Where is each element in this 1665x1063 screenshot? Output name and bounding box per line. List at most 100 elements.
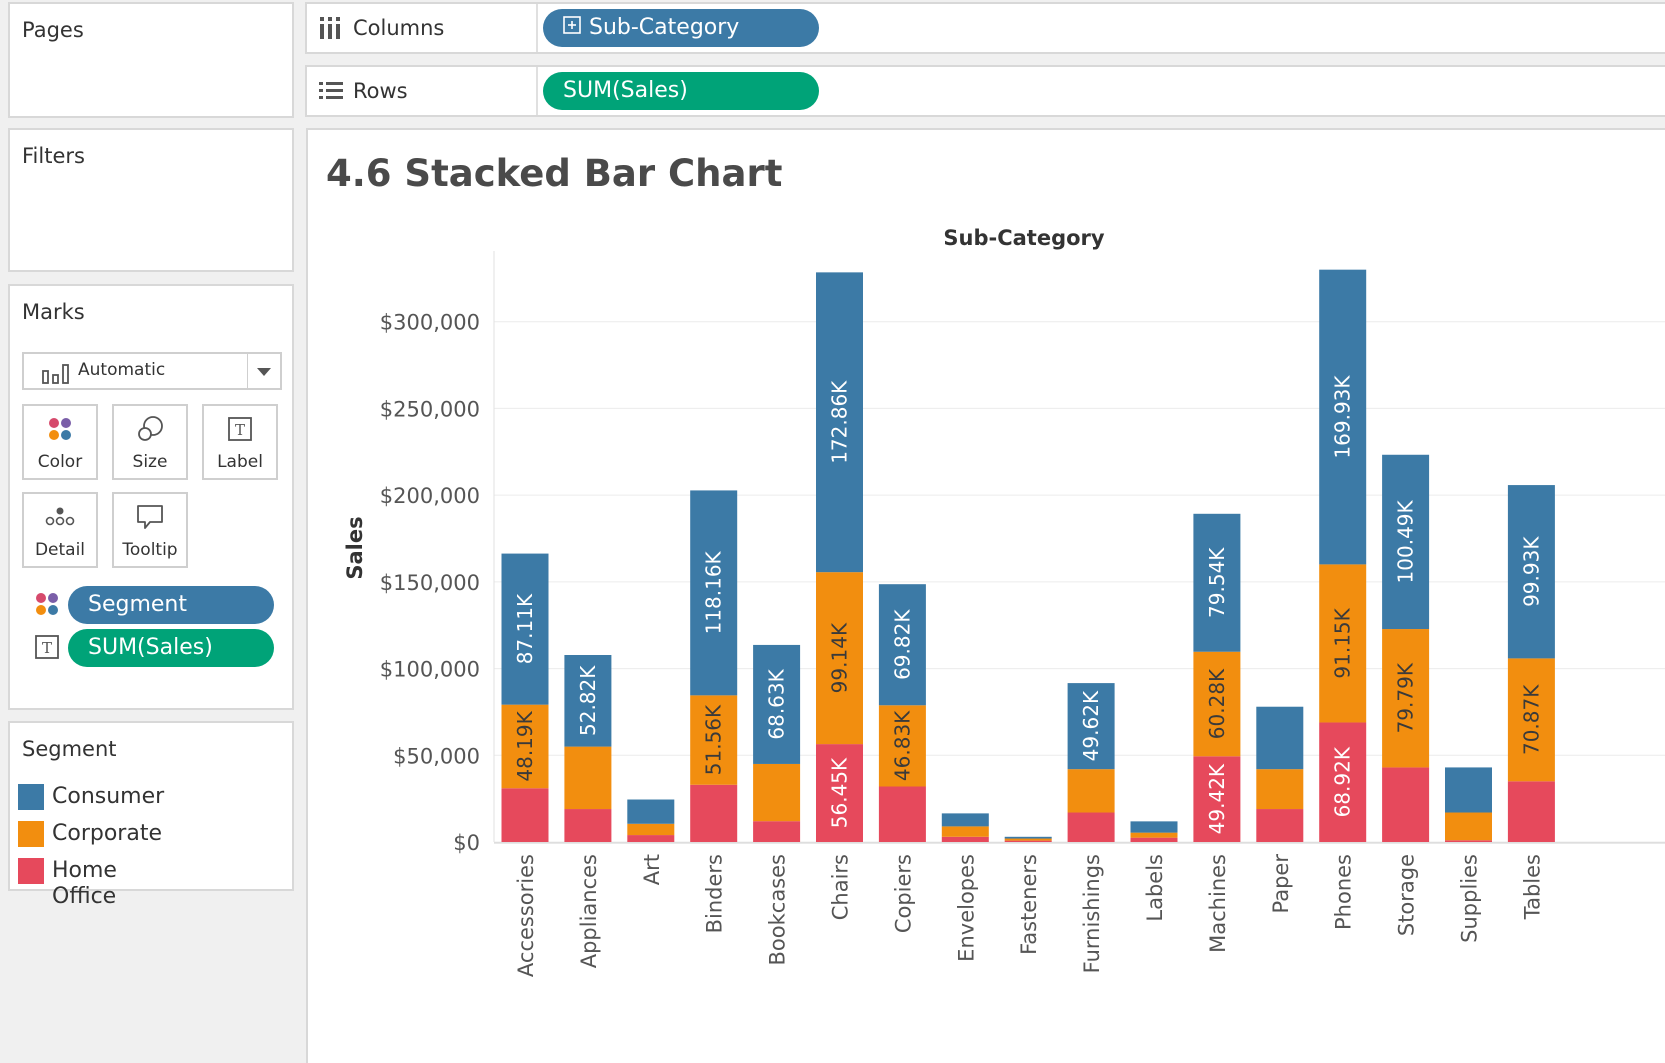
bar-segment-corporate[interactable]: [1445, 812, 1492, 841]
data-label: 79.79K: [1394, 662, 1418, 733]
bar-segment-home-office[interactable]: [1445, 840, 1492, 842]
shelf-divider: [536, 67, 538, 115]
sum-sales-rows-pill[interactable]: SUM(Sales): [543, 72, 819, 110]
bar-segment-corporate[interactable]: [627, 823, 675, 836]
bar-segment-corporate[interactable]: [564, 746, 612, 810]
bar-segment-corporate[interactable]: [753, 763, 801, 822]
bar-segment-home-office[interactable]: [1382, 767, 1430, 842]
bar-segment-corporate[interactable]: [1256, 769, 1304, 810]
data-label: 79.54K: [1205, 547, 1229, 618]
size-icon: [114, 414, 186, 444]
filters-title: Filters: [22, 144, 85, 168]
chevron-down-icon[interactable]: [257, 368, 271, 376]
pages-panel[interactable]: Pages: [8, 2, 294, 118]
legend-label: Corporate: [52, 821, 162, 846]
bar-segment-consumer[interactable]: [1130, 821, 1178, 833]
y-tick-label: $200,000: [380, 484, 480, 508]
data-label: 100.49K: [1394, 499, 1418, 583]
rows-icon: [319, 81, 343, 105]
bar-segment-home-office[interactable]: [627, 835, 675, 842]
label-card[interactable]: T Label: [202, 404, 278, 480]
bar-segment-home-office[interactable]: [1130, 837, 1178, 842]
x-tick-label: Storage: [1395, 854, 1419, 936]
segment-color-pill[interactable]: Segment: [68, 586, 274, 624]
x-tick-label: Tables: [1520, 854, 1544, 920]
bar-segment-home-office[interactable]: [690, 784, 738, 842]
bar-chart-icon: [42, 362, 70, 388]
bar-segment-consumer[interactable]: [1004, 836, 1052, 839]
legend-swatch: [18, 821, 44, 847]
data-label: 91.15K: [1331, 607, 1355, 678]
data-label: 99.14K: [828, 622, 852, 693]
data-label: 68.92K: [1331, 746, 1355, 817]
data-label: 48.19K: [513, 710, 537, 781]
color-card[interactable]: Color: [22, 404, 98, 480]
tooltip-card-label: Tooltip: [122, 540, 178, 560]
bar-segment-home-office[interactable]: [1507, 781, 1555, 842]
bar-segment-consumer[interactable]: [941, 813, 989, 827]
x-tick-label: Bookcases: [766, 854, 790, 965]
color-icon: [24, 414, 96, 444]
data-label: 60.28K: [1205, 668, 1229, 739]
data-label: 69.82K: [890, 609, 914, 680]
bar-segment-home-office[interactable]: [1067, 812, 1115, 842]
bar-segment-home-office[interactable]: [1004, 840, 1052, 842]
bar-segment-consumer[interactable]: [627, 799, 675, 824]
bar-segment-corporate[interactable]: [1004, 838, 1052, 841]
data-label: 118.16K: [702, 550, 726, 634]
dropdown-separator: [247, 354, 248, 388]
bar-segment-home-office[interactable]: [753, 821, 801, 842]
shelf-divider: [536, 4, 538, 52]
columns-shelf[interactable]: Columns Sub-Category: [305, 2, 1665, 54]
y-tick-label: $100,000: [380, 658, 480, 682]
svg-text:T: T: [235, 421, 245, 439]
sub-category-pill-label: Sub-Category: [589, 15, 740, 40]
rows-shelf[interactable]: Rows SUM(Sales): [305, 65, 1665, 117]
data-label: 87.11K: [513, 593, 537, 664]
x-tick-label: Supplies: [1458, 854, 1482, 943]
tooltip-card[interactable]: Tooltip: [112, 492, 188, 568]
data-label: 56.45K: [828, 757, 852, 828]
sub-category-pill[interactable]: Sub-Category: [543, 9, 819, 47]
bar-segment-home-office[interactable]: [1256, 809, 1304, 842]
data-label: 49.62K: [1079, 690, 1103, 761]
marks-title: Marks: [22, 300, 85, 324]
x-tick-label: Copiers: [891, 854, 915, 933]
data-label: 68.63K: [765, 668, 789, 739]
x-tick-label: Labels: [1143, 854, 1167, 922]
y-tick-label: $300,000: [380, 311, 480, 335]
svg-text:T: T: [42, 639, 52, 657]
data-label: 172.86K: [828, 380, 852, 464]
bar-segment-consumer[interactable]: [1445, 767, 1492, 813]
size-card-label: Size: [132, 452, 168, 472]
tooltip-icon: [114, 502, 186, 532]
x-tick-label: Furnishings: [1080, 854, 1104, 973]
mark-type-dropdown[interactable]: Automatic: [22, 352, 282, 390]
data-label: 52.82K: [576, 665, 600, 736]
bar-segment-corporate[interactable]: [941, 826, 989, 837]
bar-segment-corporate[interactable]: [1130, 832, 1178, 838]
legend-label: Consumer: [52, 784, 165, 809]
bar-segment-home-office[interactable]: [564, 809, 612, 842]
y-tick-label: $50,000: [393, 744, 480, 768]
filters-panel[interactable]: Filters: [8, 128, 294, 272]
bar-segment-consumer[interactable]: [1256, 706, 1304, 770]
x-tick-label: Chairs: [829, 854, 853, 920]
legend-label: Home Office: [52, 858, 117, 909]
bar-segment-home-office[interactable]: [941, 836, 989, 842]
bar-segment-corporate[interactable]: [1067, 769, 1115, 813]
color-icon: [34, 591, 60, 621]
legend-swatch: [18, 784, 44, 810]
detail-card[interactable]: Detail: [22, 492, 98, 568]
marks-panel: Marks Automatic Color Size T Label Detai…: [8, 284, 294, 710]
bar-segment-home-office[interactable]: [878, 786, 926, 842]
sum-sales-label-pill[interactable]: SUM(Sales): [68, 629, 274, 667]
bar-segment-home-office[interactable]: [501, 788, 549, 842]
x-tick-label: Envelopes: [954, 854, 978, 962]
x-tick-label: Appliances: [577, 854, 601, 968]
segment-legend: Segment Consumer Corporate Home Office: [8, 721, 294, 909]
stacked-bar-chart[interactable]: $0 $50,000 $100,000 $150,000 $200,000 $250,00…: [308, 130, 1665, 1060]
expand-icon[interactable]: [563, 9, 581, 47]
size-card[interactable]: Size: [112, 404, 188, 480]
x-axis-title: Sub-Category: [943, 226, 1105, 250]
